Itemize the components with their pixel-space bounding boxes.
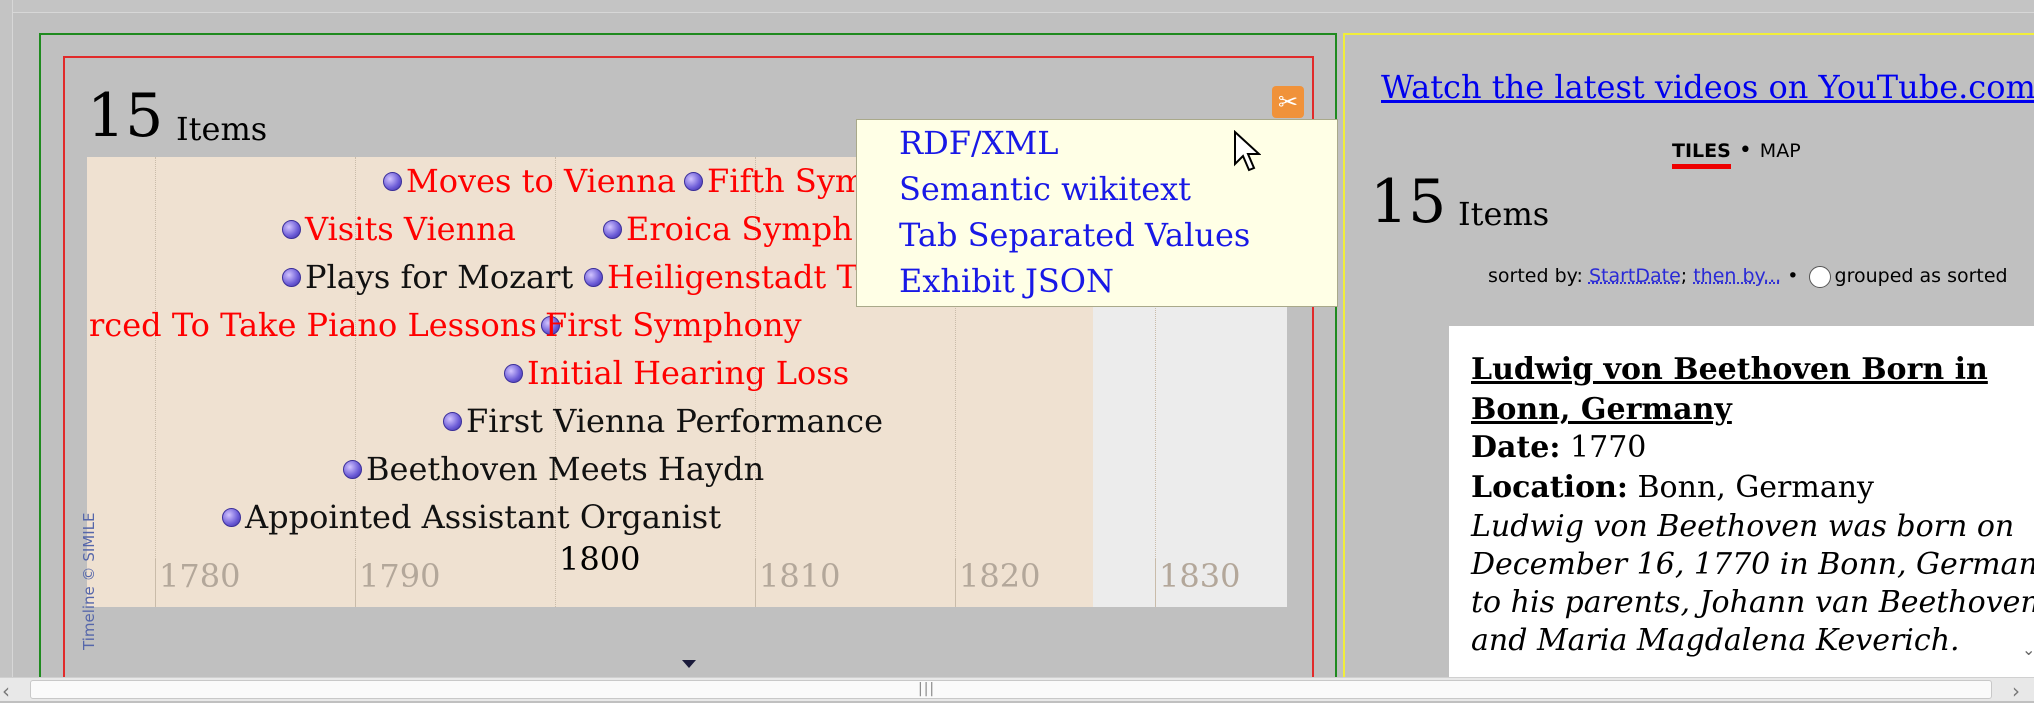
tab-map[interactable]: MAP: [1760, 140, 1801, 162]
timeline-tick: [955, 559, 956, 607]
timeline-year-label-major: 1800: [559, 540, 641, 578]
timeline-tick: [1155, 559, 1156, 607]
timeline-year-label: 1820: [959, 557, 1041, 595]
sort-prefix: sorted by:: [1488, 265, 1583, 287]
sort-controls: sorted by: StartDate; then by... • group…: [1488, 265, 2008, 288]
event-marker-icon: [282, 268, 301, 287]
grouped-radio-button[interactable]: [1808, 265, 1831, 288]
items-label-right: Items: [1458, 195, 1550, 233]
timeline-event[interactable]: Plays for Mozart: [282, 257, 573, 297]
sort-separator: ;: [1680, 265, 1688, 287]
timeline-event[interactable]: Appointed Assistant Organist: [222, 497, 721, 537]
timeline-credit[interactable]: Timeline © SIMILE: [80, 513, 98, 650]
export-scissors-icon[interactable]: ✂: [1272, 86, 1304, 118]
items-count-left: 15: [87, 81, 164, 151]
items-label-left: Items: [176, 110, 268, 148]
timeline-expand-arrow-icon[interactable]: [682, 660, 696, 668]
scrollbar-grip-icon: |||: [918, 681, 936, 697]
card-location-row: Location: Bonn, Germany: [1471, 470, 1874, 505]
card-date-value: 1770: [1570, 430, 1647, 465]
mouse-cursor-icon: [1234, 130, 1261, 172]
page-top-border: [0, 0, 2034, 13]
page-left-border: [0, 0, 13, 677]
timeline-year-label: 1780: [159, 557, 241, 595]
timeline-event[interactable]: Heiligenstadt T: [584, 257, 858, 297]
tab-tiles[interactable]: TILES: [1672, 140, 1731, 169]
card-date-label: Date:: [1471, 430, 1561, 465]
sort-field-link[interactable]: StartDate: [1589, 265, 1681, 287]
timeline-event[interactable]: Beethoven Meets Haydn: [343, 449, 764, 489]
event-marker-icon: [282, 220, 301, 239]
grouped-label: grouped as sorted: [1834, 265, 2008, 287]
sort-bullet: •: [1787, 265, 1799, 287]
items-count-right: 15: [1370, 167, 1447, 237]
timeline-event[interactable]: First Symphony: [545, 305, 802, 345]
timeline-year-label: 1830: [1159, 557, 1241, 595]
timeline-gridline: [155, 157, 156, 607]
timeline-tick: [755, 559, 756, 607]
horizontal-scrollbar-thumb[interactable]: [30, 680, 1992, 699]
export-menu-item-tsv[interactable]: Tab Separated Values: [899, 216, 1250, 254]
timeline-tick: [355, 559, 356, 607]
timeline-event[interactable]: First Vienna Performance: [443, 401, 883, 441]
timeline-event[interactable]: Eroica Symph: [603, 209, 853, 249]
card-title[interactable]: Ludwig von Beethoven Born in Bonn, Germa…: [1471, 350, 2034, 430]
scroll-left-arrow-icon[interactable]: ‹: [2, 679, 10, 703]
event-marker-icon: [383, 172, 402, 191]
timeline-tick: [155, 559, 156, 607]
view-tabs: TILES • MAP: [1672, 138, 1801, 169]
card-location-value: Bonn, Germany: [1637, 470, 1874, 505]
event-marker-icon: [343, 460, 362, 479]
timeline-event[interactable]: Fifth Sym: [684, 161, 865, 201]
event-marker-icon: [222, 508, 241, 527]
timeline-event[interactable]: rced To Take Piano Lessons: [89, 305, 564, 345]
youtube-link[interactable]: Watch the latest videos on YouTube.com: [1381, 68, 2034, 106]
timeline-year-label: 1790: [359, 557, 441, 595]
card-description: Ludwig von Beethoven was born on Decembe…: [1471, 509, 2034, 658]
export-menu-item-json[interactable]: Exhibit JSON: [899, 262, 1114, 300]
timeline-event[interactable]: Initial Hearing Loss: [504, 353, 849, 393]
scroll-down-arrow-icon[interactable]: ⌄: [2022, 640, 2034, 659]
tab-separator: •: [1738, 138, 1752, 163]
card-location-label: Location:: [1471, 470, 1628, 505]
timeline-event[interactable]: Visits Vienna: [282, 209, 516, 249]
sort-then-by-link[interactable]: then by...: [1693, 265, 1781, 287]
event-marker-icon: [443, 412, 462, 431]
card-date-row: Date: 1770: [1471, 430, 1646, 465]
export-menu-item-rdf[interactable]: RDF/XML: [899, 124, 1059, 162]
export-menu-item-wikitext[interactable]: Semantic wikitext: [899, 170, 1191, 208]
scroll-right-arrow-icon[interactable]: ›: [2012, 679, 2020, 703]
event-marker-icon: [584, 268, 603, 287]
export-menu: RDF/XML Semantic wikitext Tab Separated …: [856, 119, 1338, 307]
event-marker-icon: [684, 172, 703, 191]
item-card: Ludwig von Beethoven Born in Bonn, Germa…: [1449, 326, 2034, 686]
timeline-year-label: 1810: [759, 557, 841, 595]
timeline-event[interactable]: Moves to Vienna: [383, 161, 676, 201]
event-marker-icon: [504, 364, 523, 383]
event-marker-icon: [603, 220, 622, 239]
